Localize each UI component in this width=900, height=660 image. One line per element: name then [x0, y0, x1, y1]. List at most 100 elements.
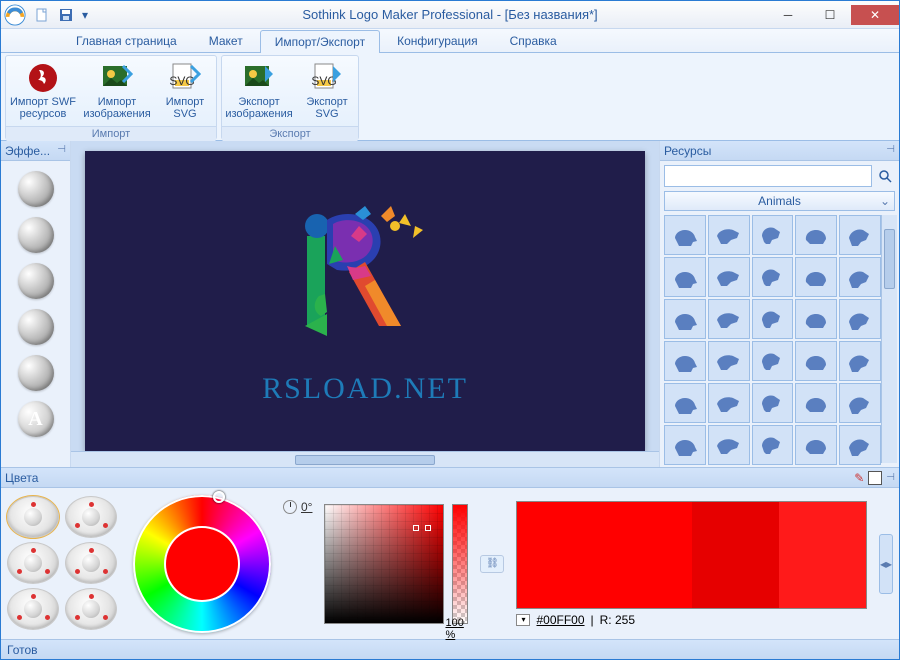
canvas-stage[interactable]: RSLOAD.NET — [85, 151, 645, 451]
hscroll-thumb[interactable] — [295, 455, 435, 465]
resource-item[interactable] — [839, 299, 881, 339]
status-text: Готов — [7, 643, 38, 657]
resource-item[interactable] — [664, 341, 706, 381]
logo-text[interactable]: RSLOAD.NET — [262, 372, 468, 406]
category-dropdown[interactable]: Animals ⌄ — [664, 191, 895, 211]
effect-preset-2[interactable] — [18, 217, 54, 253]
resource-item[interactable] — [664, 425, 706, 465]
colors-panel-header[interactable]: Цвета ✎ ⊣ — [1, 468, 899, 488]
swatch-2[interactable] — [605, 502, 692, 608]
link-colors-button[interactable]: ⛓ — [480, 555, 504, 573]
alpha-slider[interactable]: 100 % — [452, 504, 468, 624]
tab-layout[interactable]: Макет — [194, 29, 258, 52]
logo-artwork[interactable] — [255, 196, 475, 366]
effect-preset-1[interactable] — [18, 171, 54, 207]
resource-item[interactable] — [839, 383, 881, 423]
resource-item[interactable] — [752, 215, 794, 255]
effects-panel-title: Эффе... — [5, 144, 50, 158]
pin-icon[interactable]: ⊣ — [57, 144, 66, 155]
resources-grid — [664, 215, 881, 463]
tab-config[interactable]: Конфигурация — [382, 29, 493, 52]
harmony-6[interactable] — [65, 588, 117, 630]
resource-item[interactable] — [752, 425, 794, 465]
svg-import-icon: SVG — [169, 62, 201, 94]
swatch-menu[interactable]: ▾ — [516, 614, 530, 626]
pin-icon[interactable]: ⊣ — [886, 472, 895, 483]
qat-dropdown[interactable]: ▾ — [79, 5, 91, 25]
resource-item[interactable] — [708, 257, 750, 297]
eyedropper-icon[interactable]: ✎ — [854, 471, 864, 485]
resource-item[interactable] — [752, 341, 794, 381]
resource-item[interactable] — [664, 299, 706, 339]
close-button[interactable]: ✕ — [851, 5, 899, 25]
resource-item[interactable] — [708, 425, 750, 465]
svg-text:SVG: SVG — [311, 74, 336, 88]
resource-item[interactable] — [708, 341, 750, 381]
resource-item[interactable] — [752, 299, 794, 339]
swatch-1[interactable] — [517, 502, 604, 608]
colors-panel: Цвета ✎ ⊣ 0° 100 % ⛓ — [1, 467, 899, 639]
resource-item[interactable] — [664, 257, 706, 297]
resource-item[interactable] — [795, 425, 837, 465]
tab-import-export[interactable]: Импорт/Экспорт — [260, 30, 380, 53]
pin-icon[interactable]: ⊣ — [886, 144, 895, 155]
harmony-4[interactable] — [65, 542, 117, 584]
expand-swatches-button[interactable]: ◂▸ — [879, 534, 893, 594]
color-wheel[interactable] — [133, 495, 271, 633]
minimize-button[interactable]: ─ — [767, 5, 809, 25]
import-svg-button[interactable]: SVG Импорт SVG — [155, 57, 215, 125]
export-svg-button[interactable]: SVG Экспорт SVG — [297, 57, 357, 125]
wheel-marker[interactable] — [213, 491, 225, 503]
resource-item[interactable] — [839, 425, 881, 465]
canvas-hscrollbar[interactable] — [71, 451, 659, 467]
tab-home[interactable]: Главная страница — [61, 29, 192, 52]
export-image-icon — [243, 62, 275, 94]
resource-item[interactable] — [752, 383, 794, 423]
resource-item[interactable] — [795, 257, 837, 297]
export-image-button[interactable]: Экспорт изображения — [223, 57, 295, 125]
hue-angle[interactable]: 0° — [283, 500, 312, 514]
effect-preset-4[interactable] — [18, 309, 54, 345]
vscroll-thumb[interactable] — [884, 229, 895, 289]
resource-item[interactable] — [795, 299, 837, 339]
app-icon[interactable] — [1, 1, 29, 29]
import-image-button[interactable]: Импорт изображения — [81, 57, 153, 125]
tab-help[interactable]: Справка — [495, 29, 572, 52]
swatch-strip[interactable] — [516, 501, 867, 609]
resources-vscrollbar[interactable] — [881, 215, 897, 463]
resource-item[interactable] — [752, 257, 794, 297]
effect-preset-5[interactable] — [18, 355, 54, 391]
import-swf-button[interactable]: Импорт SWF ресурсов — [7, 57, 79, 125]
resource-item[interactable] — [839, 341, 881, 381]
new-file-button[interactable] — [31, 5, 53, 25]
resources-panel-header[interactable]: Ресурсы ⊣ — [660, 141, 899, 161]
resource-item[interactable] — [708, 299, 750, 339]
resource-item[interactable] — [795, 383, 837, 423]
save-button[interactable] — [55, 5, 77, 25]
current-color-swatch[interactable] — [868, 471, 882, 485]
resource-item[interactable] — [664, 215, 706, 255]
sv-picker[interactable] — [419, 523, 429, 533]
saturation-value-box[interactable] — [324, 504, 444, 624]
harmony-5[interactable] — [7, 588, 59, 630]
canvas-viewport[interactable]: RSLOAD.NET — [71, 141, 659, 451]
resource-item[interactable] — [708, 215, 750, 255]
swatch-3[interactable] — [692, 502, 779, 608]
harmony-3[interactable] — [7, 542, 59, 584]
resource-item[interactable] — [664, 383, 706, 423]
harmony-2[interactable] — [65, 496, 117, 538]
search-input[interactable] — [664, 165, 872, 187]
resource-item[interactable] — [708, 383, 750, 423]
hex-value[interactable]: #00FF00 — [536, 613, 584, 627]
resource-item[interactable] — [839, 215, 881, 255]
swatch-4[interactable] — [779, 502, 866, 608]
effects-panel-header[interactable]: Эффе... ⊣ — [1, 141, 70, 161]
effect-preset-3[interactable] — [18, 263, 54, 299]
effect-text-preset[interactable]: A — [18, 401, 54, 437]
maximize-button[interactable]: ☐ — [809, 5, 851, 25]
resource-item[interactable] — [795, 341, 837, 381]
search-button[interactable] — [875, 165, 895, 187]
harmony-mono[interactable] — [7, 496, 59, 538]
resource-item[interactable] — [839, 257, 881, 297]
resource-item[interactable] — [795, 215, 837, 255]
